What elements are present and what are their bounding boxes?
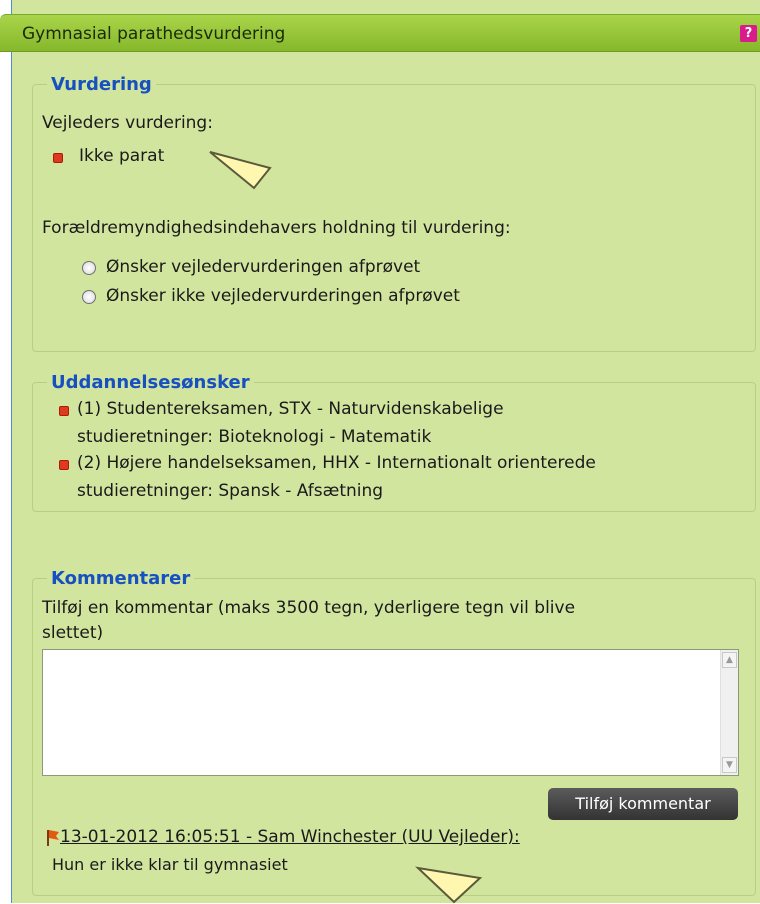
pointer-icon [209,151,272,190]
pointer-icon [414,866,483,904]
scroll-down-icon[interactable]: ▼ [722,757,737,773]
radio-option-ikke-afproevet-label[interactable]: Ønsker ikke vejledervurderingen afprøvet [106,286,460,306]
flag-icon [47,830,59,846]
comment-textarea[interactable] [42,649,739,776]
radio-option-afproevet-label[interactable]: Ønsker vejledervurderingen afprøvet [106,257,420,277]
education-wish-1-line1: (1) Studentereksamen, STX - Naturvidensk… [77,399,504,419]
education-wish-1-line2: studieretninger: Bioteknologi - Matemati… [77,427,432,447]
education-wish-2-line2: studieretninger: Spansk - Afsætning [77,481,384,501]
bullet-icon [59,406,69,416]
education-wish-2-line1: (2) Højere handelseksamen, HHX - Interna… [77,453,596,473]
vurdering-legend: Vurdering [51,74,152,95]
comment-instruction-line2: slettet) [42,623,104,643]
help-icon[interactable]: ? [740,25,757,42]
radio-option-afproevet[interactable] [82,261,96,275]
kommentarer-legend: Kommentarer [51,568,191,589]
uddannelse-legend: Uddannelsesønsker [51,372,250,393]
advisor-assessment-label: Vejleders vurdering: [42,113,213,133]
comment-scrollbar[interactable]: ▲ ▼ [720,650,738,775]
bullet-icon [59,460,69,470]
add-comment-button[interactable]: Tilføj kommentar [548,788,738,820]
parent-position-label: Forældremyndighedsindehavers holdning ti… [42,218,511,238]
comment-instruction-line1: Tilføj en kommentar (maks 3500 tegn, yde… [42,598,576,618]
panel-titlebar: Gymnasial parathedsvurdering ? [0,14,760,52]
panel-title: Gymnasial parathedsvurdering [22,24,286,44]
advisor-assessment-value: Ikke parat [79,146,165,166]
comment-entry-text: Hun er ikke klar til gymnasiet [52,855,288,874]
bullet-icon [53,153,63,163]
comment-entry-header[interactable]: 13-01-2012 16:05:51 - Sam Winchester (UU… [60,827,520,847]
radio-option-ikke-afproevet[interactable] [82,290,96,304]
scroll-up-icon[interactable]: ▲ [722,652,737,668]
